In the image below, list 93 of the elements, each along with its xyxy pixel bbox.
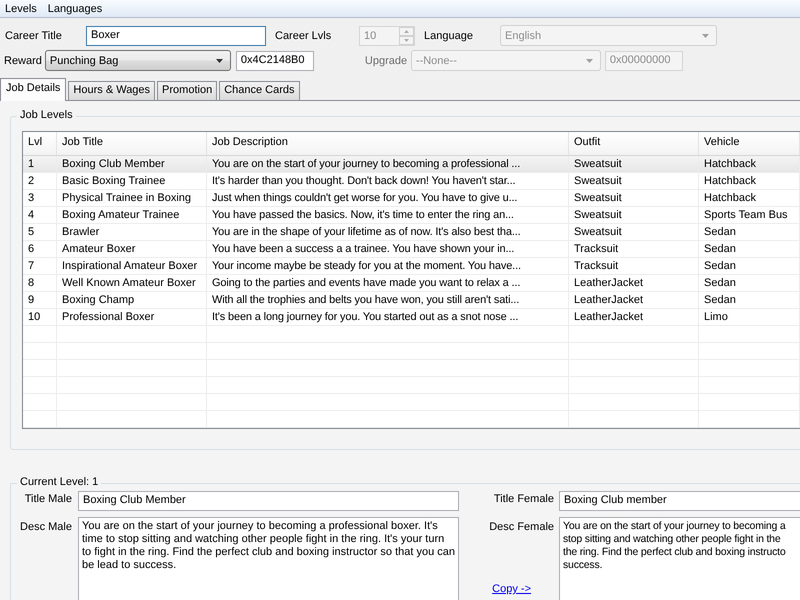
table-cell: 9 bbox=[23, 292, 57, 308]
field-label: Desc Male bbox=[19, 520, 73, 535]
tab[interactable]: Promotion bbox=[157, 81, 218, 100]
table-cell: Tracksuit bbox=[569, 241, 699, 257]
table-cell: Sweatsuit bbox=[569, 207, 699, 223]
table-cell: LeatherJacket bbox=[569, 275, 699, 291]
table-cell: It's been a long journey for you. You started out as a snot nose ... bbox=[207, 309, 569, 325]
table-cell: 1 bbox=[23, 156, 57, 172]
table-cell: LeatherJacket bbox=[569, 292, 699, 308]
table-cell: You have passed the basics. Now, it's time to enter the ring an... bbox=[207, 207, 569, 223]
tab[interactable]: Chance Cards bbox=[219, 81, 300, 100]
field-label: Title Male bbox=[24, 492, 73, 507]
table-cell: 7 bbox=[23, 258, 57, 274]
table-cell: With all the trophies and belts you have won, you still aren't sati... bbox=[207, 292, 569, 308]
field-label: Career Lvls bbox=[275, 30, 332, 42]
group-title: Current Level: 1 bbox=[17, 476, 102, 488]
table-cell: Sedan bbox=[699, 258, 800, 274]
table-cell: 10 bbox=[23, 309, 57, 325]
table-cell: Sweatsuit bbox=[569, 190, 699, 206]
table-cell: Basic Boxing Trainee bbox=[57, 173, 207, 189]
table-cell: 4 bbox=[23, 207, 57, 223]
table-cell: Sedan bbox=[699, 224, 800, 240]
table-row[interactable]: 3 Physical Trainee in Boxing Just when things couldn't get worse for you. You have to give u... Sweatsuit Hatchback bbox=[23, 190, 800, 207]
table-cell: Amateur Boxer bbox=[57, 241, 207, 257]
table-row[interactable]: 9 Boxing Champ With all the trophies and belts you have won, you still aren't sati... LeatherJacket Sedan bbox=[23, 292, 800, 309]
career-title-field[interactable]: Boxer bbox=[86, 26, 266, 46]
field-label: Upgrade bbox=[364, 54, 408, 66]
table-cell: Tracksuit bbox=[569, 258, 699, 274]
table-cell: Boxing Champ bbox=[57, 292, 207, 308]
table-cell: Professional Boxer bbox=[57, 309, 207, 325]
table-row[interactable]: 1 Boxing Club Member You are on the start of your journey to becoming a professional ... Sweatsuit Hatchback bbox=[23, 156, 800, 173]
field-label: Title Female bbox=[492, 492, 555, 507]
table-cell: Going to the parties and events have made you want to relax a ... bbox=[207, 275, 569, 291]
table-cell: Sedan bbox=[699, 275, 800, 291]
table-cell: Sports Team Bus bbox=[699, 207, 800, 223]
column-header[interactable]: Outfit bbox=[569, 132, 699, 155]
column-header[interactable]: Lvl bbox=[23, 132, 57, 155]
table-row[interactable]: 5 Brawler You are in the shape of your lifetime as of now. It's also best tha... Sweatsuit Sedan bbox=[23, 224, 800, 241]
menu-item[interactable]: Levels bbox=[4, 2, 43, 14]
table-cell: Just when things couldn't get worse for you. You have to give u... bbox=[207, 190, 569, 206]
column-header[interactable]: Job Title bbox=[57, 132, 207, 155]
reward-dropdown[interactable]: Punching Bag bbox=[44, 50, 231, 71]
reward-code-field[interactable]: 0x4C2148B0 bbox=[236, 50, 314, 70]
table-cell: Boxing Club Member bbox=[57, 156, 207, 172]
group-title: Job Levels bbox=[17, 109, 76, 121]
table-cell: You have been a success a a trainee. You have shown your in... bbox=[207, 241, 569, 257]
table-cell: 8 bbox=[23, 275, 57, 291]
table-cell: Hatchback bbox=[699, 173, 800, 189]
table-cell: You are in the shape of your lifetime as of now. It's also best tha... bbox=[207, 224, 569, 240]
table-cell: Limo bbox=[699, 309, 800, 325]
column-header[interactable]: Vehicle bbox=[699, 132, 800, 155]
table-row[interactable]: 6 Amateur Boxer You have been a success a a trainee. You have shown your in... Tracksuit Sedan bbox=[23, 241, 800, 258]
desc-female-field[interactable]: You are on the start of your journey to becoming a stop sitting and watching other people fight in the the ring. Find the perfect club and boxing instructo success. bbox=[559, 517, 800, 600]
table-cell: 2 bbox=[23, 173, 57, 189]
table-row[interactable]: 4 Boxing Amateur Trainee You have passed the basics. Now, it's time to enter the ring an... Sweatsuit Sports Team Bus bbox=[23, 207, 800, 224]
table-cell: 6 bbox=[23, 241, 57, 257]
field-label: Desc Female bbox=[489, 520, 554, 533]
tab[interactable]: Job Details bbox=[0, 78, 66, 101]
column-header[interactable]: Job Description bbox=[207, 132, 569, 155]
table-cell: Sweatsuit bbox=[569, 173, 699, 189]
title-female-field[interactable]: Boxing Club member bbox=[559, 491, 800, 511]
table-cell: Inspirational Amateur Boxer bbox=[57, 258, 207, 274]
title-male-field[interactable]: Boxing Club Member bbox=[78, 491, 459, 511]
field-label: Reward bbox=[3, 54, 42, 66]
table-cell: 5 bbox=[23, 224, 57, 240]
table-row[interactable]: 7 Inspirational Amateur Boxer Your income maybe be steady for you at the moment. You have... Tracksuit Sedan bbox=[23, 258, 800, 275]
dropdown-arrow-icon bbox=[586, 58, 593, 62]
table-cell: Sedan bbox=[699, 292, 800, 308]
field-label: Career Title bbox=[4, 30, 63, 42]
table-cell: Sedan bbox=[699, 241, 800, 257]
table-row[interactable]: 2 Basic Boxing Trainee It's harder than you thought. Don't back down! You haven't star... Sweatsuit Hatchback bbox=[23, 173, 800, 190]
table-cell: Well Known Amateur Boxer bbox=[57, 275, 207, 291]
menu-item[interactable]: Languages bbox=[46, 2, 108, 14]
desc-male-field[interactable]: You are on the start of your journey to becoming a professional boxer. It's time to stop sitting and watching other people fight in the ring. It's your turn to fight in the ring. Find the perfect club and boxing instructor so that you can be lead to success. bbox=[78, 517, 459, 600]
table-cell: Boxing Amateur Trainee bbox=[57, 207, 207, 223]
table-row[interactable]: 10 Professional Boxer It's been a long journey for you. You started out as a snot nose ... LeatherJacket Limo bbox=[23, 309, 800, 326]
table-cell: Physical Trainee in Boxing bbox=[57, 190, 207, 206]
table-cell: 3 bbox=[23, 190, 57, 206]
table-cell: Sweatsuit bbox=[569, 224, 699, 240]
dropdown-arrow-icon bbox=[216, 58, 223, 62]
table-cell: Hatchback bbox=[699, 156, 800, 172]
table-cell: Hatchback bbox=[699, 190, 800, 206]
table-cell: You are on the start of your journey to becoming a professional ... bbox=[207, 156, 569, 172]
table-cell: Sweatsuit bbox=[569, 156, 699, 172]
dropdown-arrow-icon bbox=[702, 34, 709, 38]
table-row[interactable]: 8 Well Known Amateur Boxer Going to the parties and events have made you want to relax a ... LeatherJacket Sedan bbox=[23, 275, 800, 292]
field-label: Language bbox=[424, 30, 474, 42]
table-cell: Brawler bbox=[57, 224, 207, 240]
tab[interactable]: Hours & Wages bbox=[68, 81, 156, 100]
table-cell: It's harder than you thought. Don't back down! You haven't star... bbox=[207, 173, 569, 189]
copy-link[interactable]: Copy -> bbox=[492, 583, 531, 595]
table-cell: LeatherJacket bbox=[569, 309, 699, 325]
table-cell: Your income maybe be steady for you at the moment. You have... bbox=[207, 258, 569, 274]
